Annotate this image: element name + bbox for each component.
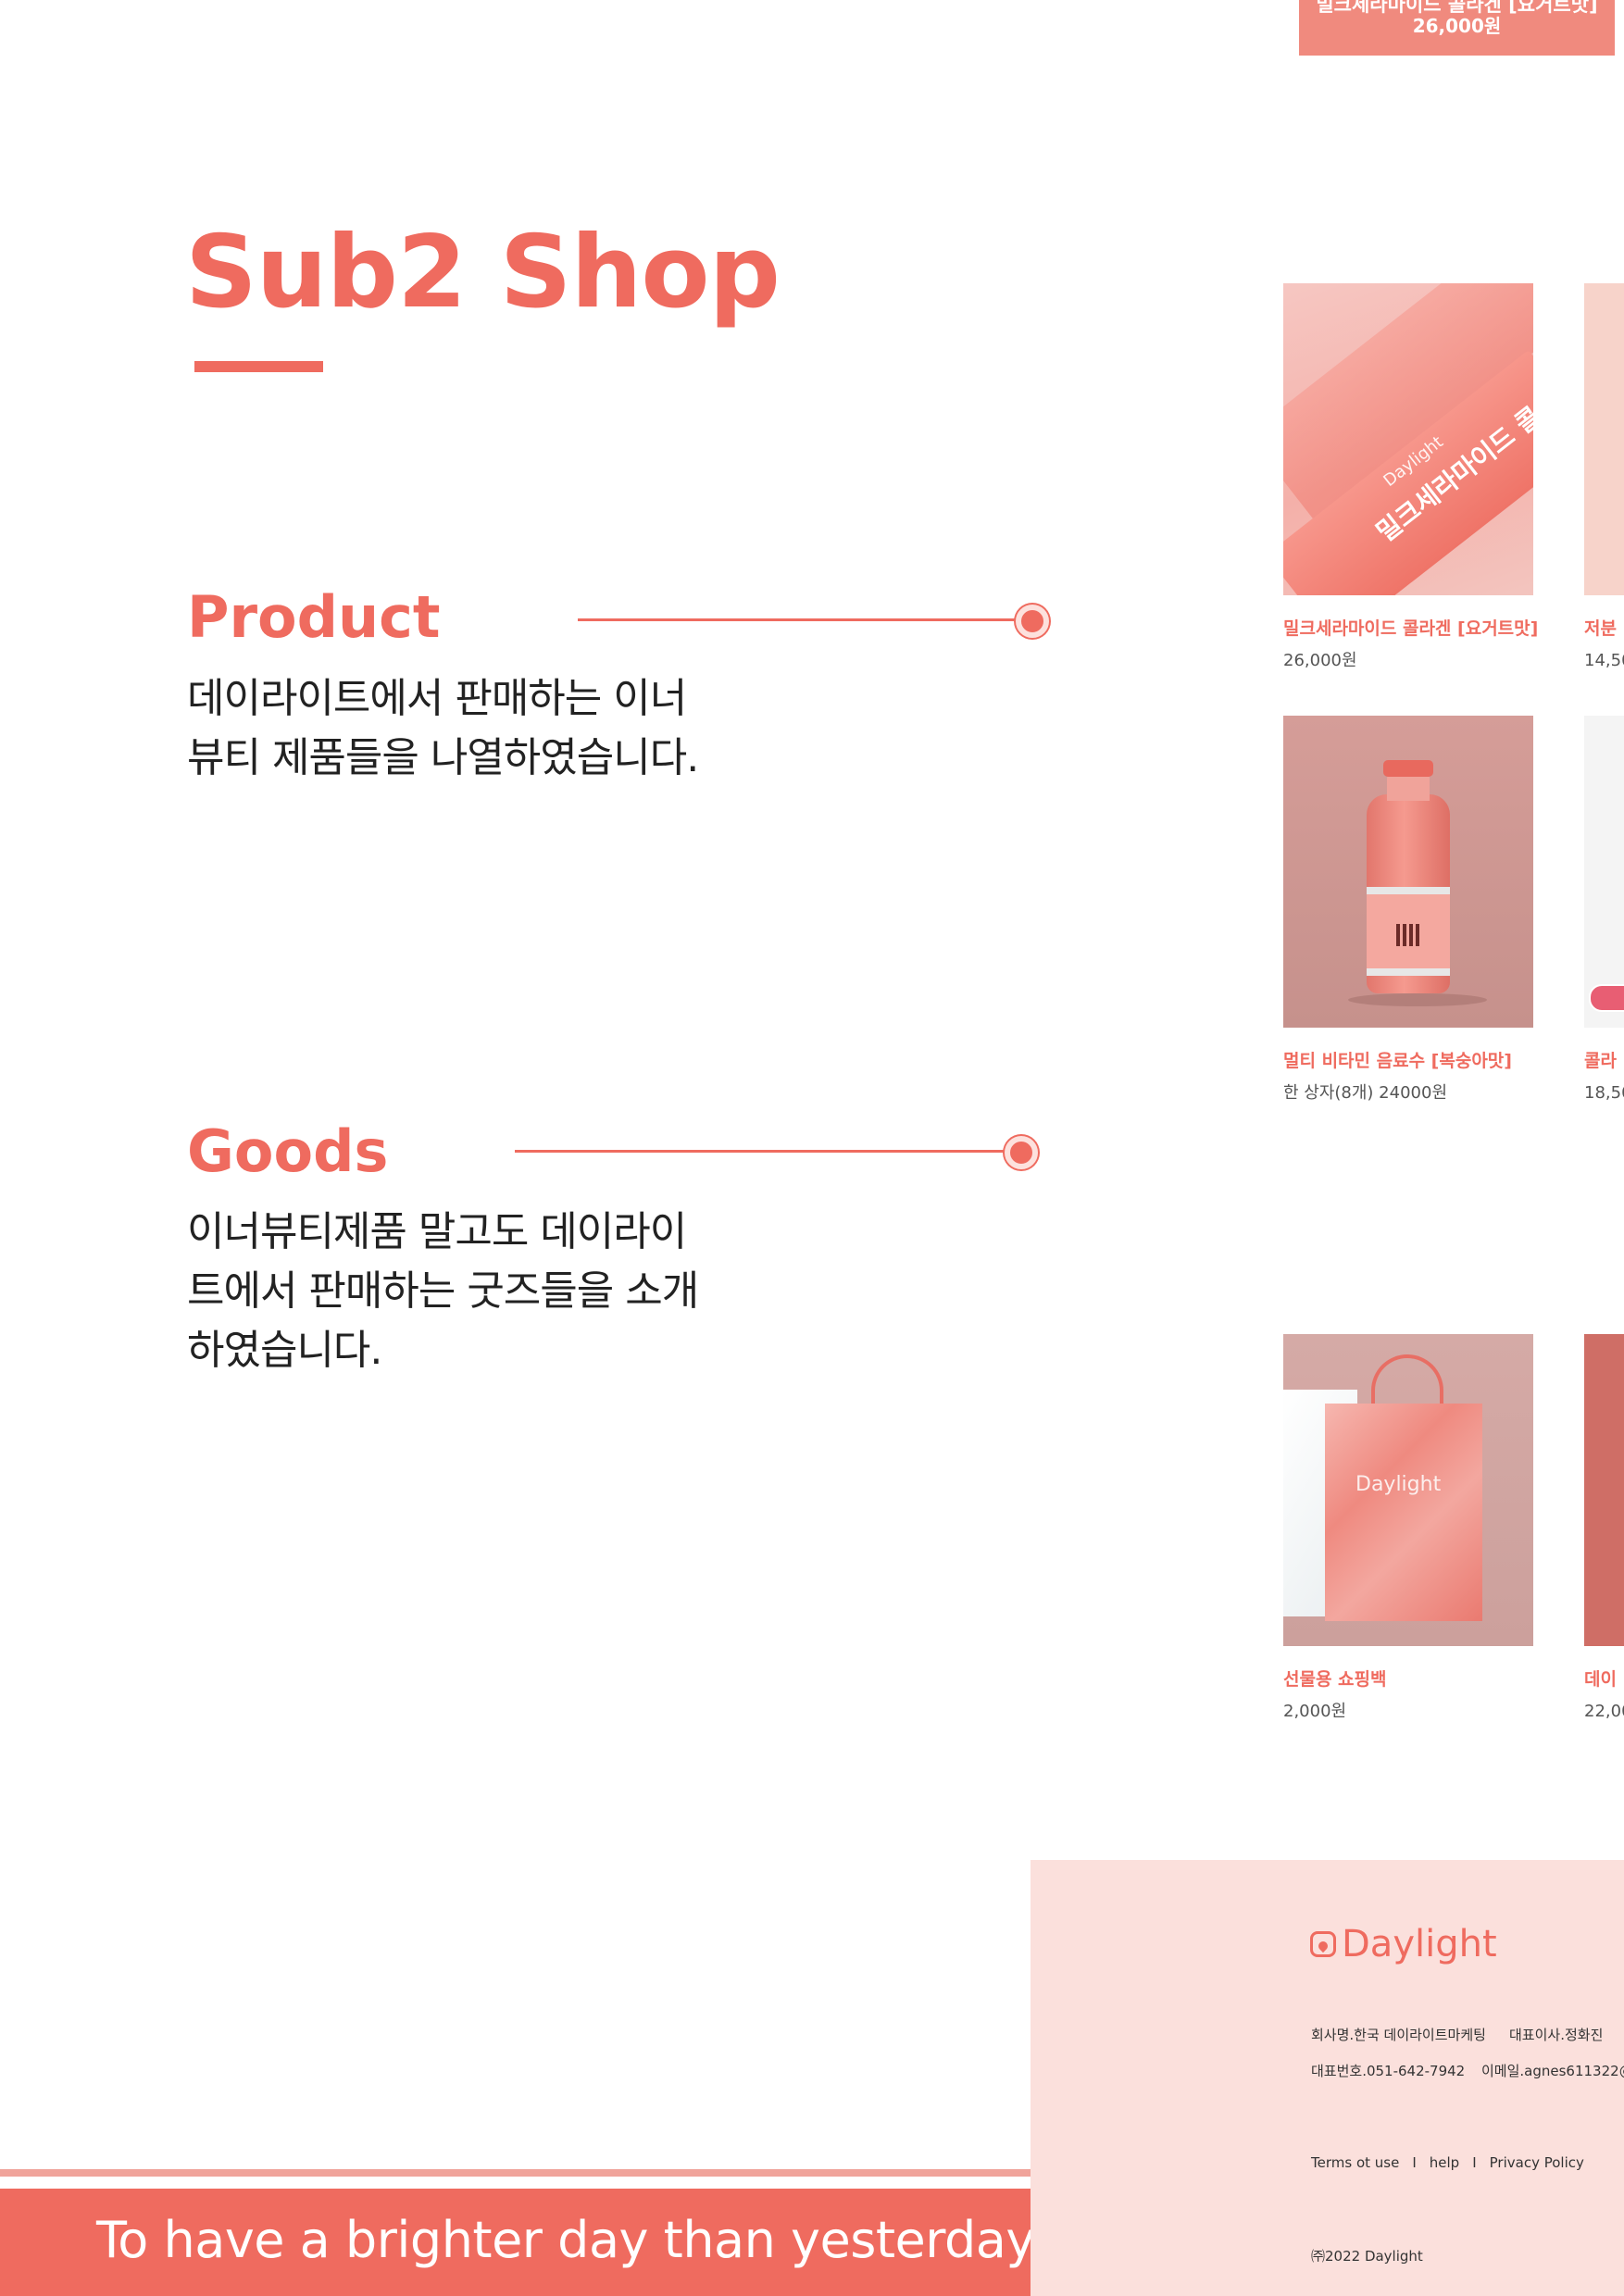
footer-logo-text: Daylight <box>1342 1923 1497 1965</box>
product-name[interactable]: 저분 <box>1584 618 1624 640</box>
product-card[interactable]: Daylight 밀크세라마이드 콜 밀크세라마이드 콜라겐 [요거트맛] 26… <box>1283 283 1538 671</box>
footer-accent-line <box>0 2169 1031 2177</box>
footer-links: Terms ot use Ihelp I Privacy Policy <box>1311 2154 1584 2171</box>
goods-image[interactable]: Daylight <box>1283 1334 1533 1646</box>
goods-price: 22,00 <box>1584 1702 1624 1721</box>
top-product-name: 밀크세라마이드 콜라겐 [요거트맛] <box>1316 0 1598 16</box>
footer-logo[interactable]: Daylight <box>1310 1921 1497 1967</box>
bag-front <box>1325 1404 1482 1621</box>
goods-price: 2,000원 <box>1283 1702 1347 1721</box>
product-divider <box>578 618 1020 621</box>
page-title: Sub2 Shop <box>185 215 781 331</box>
product-image[interactable] <box>1584 283 1624 595</box>
footer-phone: 대표번호.051-642-7942 <box>1311 2063 1466 2079</box>
goods-dot <box>1005 1136 1038 1169</box>
product-image[interactable] <box>1584 716 1624 1028</box>
privacy-policy-link[interactable]: Privacy Policy <box>1490 2154 1584 2171</box>
product-name[interactable]: 콜라 <box>1584 1050 1624 1072</box>
bag-logo: Daylight <box>1355 1473 1442 1496</box>
goods-heading: Goods <box>187 1117 389 1185</box>
goods-description: 이너뷰티제품 말고도 데이라이 트에서 판매하는 굿즈들을 소개 하였습니다. <box>187 1208 699 1374</box>
product-price: 14,50 <box>1584 651 1624 670</box>
footer-ceo: 대표이사.정화진 <box>1509 2027 1604 2043</box>
product-price: 18,50 <box>1584 1083 1624 1103</box>
footer-copyright: ㈜2022 Daylight <box>1311 2248 1423 2265</box>
footer-company: 회사명.한국 데이라이트마케팅 <box>1311 2027 1486 2043</box>
bottle-cap <box>1383 760 1433 777</box>
goods-divider <box>515 1150 1015 1153</box>
product-card[interactable]: 저분 14,50 <box>1584 283 1624 671</box>
product-image[interactable]: Daylight 밀크세라마이드 콜 <box>1283 283 1533 595</box>
link-separator: I <box>1472 2154 1477 2171</box>
help-link[interactable]: help <box>1430 2154 1459 2171</box>
daylight-logo-icon <box>1310 1931 1336 1957</box>
product-dot <box>1016 605 1049 638</box>
product-price: 26,000원 <box>1283 651 1357 670</box>
bottle-neck <box>1387 773 1430 801</box>
product-image[interactable] <box>1283 716 1533 1028</box>
product-price: 한 상자(8개) 24000원 <box>1283 1083 1448 1103</box>
terms-link[interactable]: Terms ot use <box>1311 2154 1399 2171</box>
goods-name[interactable]: 데이 <box>1584 1668 1624 1691</box>
goods-card[interactable]: 데이 22,00 <box>1584 1334 1624 1722</box>
product-card[interactable]: 멀티 비타민 음료수 [복숭아맛] 한 상자(8개) 24000원 <box>1283 716 1533 1104</box>
product-card[interactable]: 콜라 18,50 <box>1584 716 1624 1104</box>
goods-name[interactable]: 선물용 쇼핑백 <box>1283 1668 1533 1691</box>
product-badge <box>1589 984 1624 1012</box>
qr-code-icon <box>1396 924 1422 946</box>
goods-card[interactable]: Daylight 선물용 쇼핑백 2,000원 <box>1283 1334 1533 1722</box>
top-product-price: 26,000원 <box>1412 15 1502 37</box>
top-product-card[interactable]: 밀크세라마이드 콜라겐 [요거트맛] 26,000원 <box>1299 0 1615 56</box>
goods-image[interactable] <box>1584 1334 1624 1646</box>
footer-email: 이메일.agnes611322@ <box>1481 2063 1624 2079</box>
product-heading: Product <box>187 583 441 651</box>
product-name[interactable]: 밀크세라마이드 콜라겐 [요거트맛] <box>1283 618 1538 640</box>
bottle-shadow <box>1348 993 1487 1006</box>
product-name[interactable]: 멀티 비타민 음료수 [복숭아맛] <box>1283 1050 1533 1072</box>
product-description: 데이라이트에서 판매하는 이너 뷰티 제품들을 나열하였습니다. <box>187 675 699 781</box>
title-underline <box>194 361 323 372</box>
footer-slogan: To have a brighter day than yesterday <box>96 2211 1035 2269</box>
link-separator: I <box>1412 2154 1417 2171</box>
